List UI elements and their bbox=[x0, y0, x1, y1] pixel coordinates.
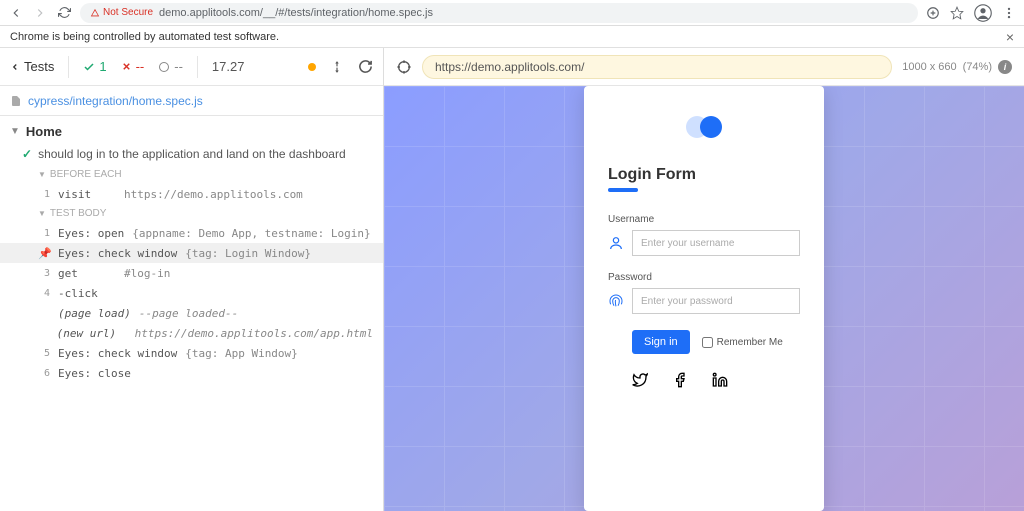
command-name: get bbox=[58, 267, 116, 280]
remember-checkbox[interactable] bbox=[702, 337, 713, 348]
command-message: https://demo.applitools.com/app.html bbox=[135, 327, 373, 340]
tests-back-button[interactable]: Tests bbox=[10, 59, 54, 74]
preview-viewport: Login Form Username Password bbox=[384, 86, 1024, 511]
scale-toggle[interactable] bbox=[330, 60, 344, 74]
duration: 17.27 bbox=[212, 59, 245, 74]
user-icon bbox=[608, 235, 624, 251]
star-icon[interactable] bbox=[950, 6, 964, 20]
viewport-info: 1000 x 660 (74%) i bbox=[902, 60, 1012, 74]
command-number: 4 bbox=[38, 288, 50, 299]
caret-down-icon: ▼ bbox=[38, 170, 46, 179]
remember-me[interactable]: Remember Me bbox=[702, 337, 783, 348]
menu-icon[interactable] bbox=[1002, 6, 1016, 20]
fingerprint-icon bbox=[608, 293, 624, 309]
command-name: Eyes: open bbox=[58, 227, 124, 240]
preview-toolbar: https://demo.applitools.com/ 1000 x 660 … bbox=[384, 48, 1024, 86]
command-name: Eyes: check window bbox=[58, 347, 177, 360]
linkedin-icon[interactable] bbox=[712, 372, 728, 388]
selector-playground-button[interactable] bbox=[396, 59, 412, 75]
command-row[interactable]: 5 Eyes: check window {tag: App Window} bbox=[0, 343, 383, 363]
before-each-label[interactable]: ▼ BEFORE EACH bbox=[0, 165, 383, 184]
automation-close[interactable]: × bbox=[1006, 29, 1014, 45]
describe-block[interactable]: ▼ Home bbox=[0, 120, 383, 143]
cypress-runner-panel: Tests 1 -- -- 17.27 cypress/ bbox=[0, 48, 384, 511]
automation-message: Chrome is being controlled by automated … bbox=[10, 31, 279, 43]
signin-button[interactable]: Sign in bbox=[632, 330, 690, 354]
facebook-icon[interactable] bbox=[672, 372, 688, 388]
password-label: Password bbox=[608, 272, 800, 283]
profile-icon[interactable] bbox=[974, 4, 992, 22]
pass-count: 1 bbox=[83, 59, 106, 74]
command-number: 3 bbox=[38, 268, 50, 279]
url-bar[interactable]: Not Secure demo.applitools.com/__/#/test… bbox=[80, 3, 918, 23]
logo bbox=[608, 116, 800, 138]
username-input[interactable] bbox=[632, 230, 800, 256]
command-row[interactable]: 📌 Eyes: check window {tag: Login Window} bbox=[0, 243, 383, 263]
command-row[interactable]: 4 -click bbox=[0, 283, 383, 303]
spec-path: cypress/integration/home.spec.js bbox=[28, 94, 203, 108]
rerun-button[interactable] bbox=[358, 59, 373, 74]
command-name: Eyes: check window bbox=[58, 247, 177, 260]
url-text: demo.applitools.com/__/#/tests/integrati… bbox=[159, 7, 433, 19]
command-name: (new url) bbox=[57, 327, 127, 340]
forward-button[interactable] bbox=[32, 5, 48, 21]
test-row[interactable]: ✓ should log in to the application and l… bbox=[0, 143, 383, 165]
command-row[interactable]: 1 Eyes: open {appname: Demo App, testname:… bbox=[0, 223, 383, 243]
reload-button[interactable] bbox=[56, 5, 72, 21]
command-message: #log-in bbox=[124, 267, 170, 280]
command-number: 1 bbox=[38, 228, 50, 239]
command-message: {tag: Login Window} bbox=[185, 247, 311, 260]
login-title: Login Form bbox=[608, 166, 800, 184]
sync-icon[interactable] bbox=[926, 6, 940, 20]
preview-panel: https://demo.applitools.com/ 1000 x 660 … bbox=[384, 48, 1024, 511]
caret-down-icon: ▼ bbox=[10, 126, 20, 137]
test-body-label[interactable]: ▼ TEST BODY bbox=[0, 204, 383, 223]
command-name: visit bbox=[58, 188, 116, 201]
command-name: -click bbox=[58, 287, 116, 300]
command-message: https://demo.applitools.com bbox=[124, 188, 303, 201]
command-row[interactable]: (page load) --page loaded-- bbox=[0, 303, 383, 323]
password-input[interactable] bbox=[632, 288, 800, 314]
info-icon[interactable]: i bbox=[998, 60, 1012, 74]
fail-count: -- bbox=[121, 59, 145, 74]
command-row[interactable]: (new url) https://demo.applitools.com/app… bbox=[0, 323, 383, 343]
spec-header[interactable]: cypress/integration/home.spec.js bbox=[0, 86, 383, 116]
login-card: Login Form Username Password bbox=[584, 86, 824, 511]
pin-icon: 📌 bbox=[38, 247, 50, 260]
command-name: Eyes: close bbox=[58, 367, 131, 380]
browser-chrome: Not Secure demo.applitools.com/__/#/test… bbox=[0, 0, 1024, 26]
username-label: Username bbox=[608, 214, 800, 225]
pending-count: -- bbox=[158, 59, 183, 74]
status-dot-icon bbox=[308, 63, 316, 71]
command-row[interactable]: 1 visit https://demo.applitools.com bbox=[0, 184, 383, 204]
command-number: 1 bbox=[38, 189, 50, 200]
caret-down-icon: ▼ bbox=[38, 209, 46, 218]
preview-url[interactable]: https://demo.applitools.com/ bbox=[422, 55, 892, 79]
command-row[interactable]: 6 Eyes: close bbox=[0, 363, 383, 383]
title-underline bbox=[608, 188, 638, 192]
back-button[interactable] bbox=[8, 5, 24, 21]
command-number: 5 bbox=[38, 348, 50, 359]
automation-bar: Chrome is being controlled by automated … bbox=[0, 26, 1024, 48]
command-message: {appname: Demo App, testname: Login} bbox=[132, 227, 370, 240]
twitter-icon[interactable] bbox=[632, 372, 648, 388]
test-tree: ▼ Home ✓ should log in to the applicatio… bbox=[0, 116, 383, 511]
command-message: --page loaded-- bbox=[139, 307, 238, 320]
not-secure-indicator: Not Secure bbox=[90, 7, 153, 18]
command-row[interactable]: 3 get #log-in bbox=[0, 263, 383, 283]
command-message: {tag: App Window} bbox=[185, 347, 298, 360]
runner-toolbar: Tests 1 -- -- 17.27 bbox=[0, 48, 383, 86]
command-name: (page load) bbox=[58, 307, 131, 320]
check-icon: ✓ bbox=[22, 147, 32, 161]
file-icon bbox=[10, 95, 22, 107]
command-number: 6 bbox=[38, 368, 50, 379]
